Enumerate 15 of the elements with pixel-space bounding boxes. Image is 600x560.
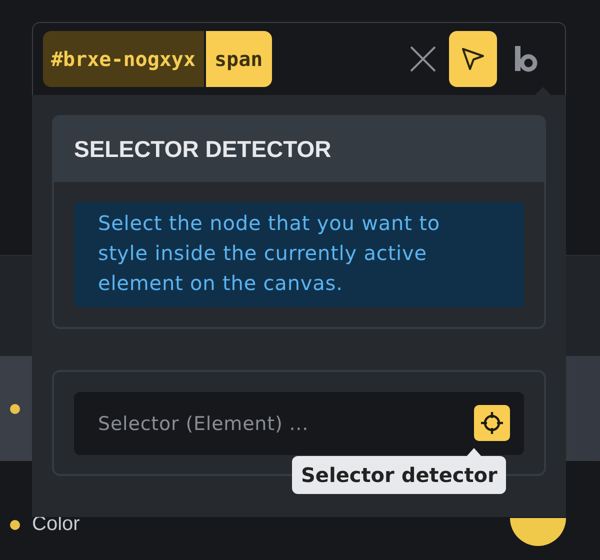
id-chip[interactable]: #brxe-nogxyx: [43, 31, 206, 87]
panel-title: SELECTOR DETECTOR: [54, 117, 544, 182]
selector-field[interactable]: Selector (Element) ...: [74, 392, 524, 455]
status-dot: [10, 520, 20, 530]
close-icon[interactable]: [409, 45, 437, 73]
tag-chip[interactable]: span: [206, 31, 272, 87]
pointer-button[interactable]: [449, 31, 497, 87]
detector-button[interactable]: [474, 405, 510, 441]
tooltip: Selector detector: [292, 456, 506, 494]
status-dot: [10, 404, 20, 414]
logo-icon[interactable]: [515, 46, 539, 72]
control-label: Color: [32, 513, 80, 536]
info-message: Select the node that you want to style inside the currently active element on the canvas.: [74, 202, 524, 307]
crosshair-icon: [480, 411, 504, 435]
pointer-icon: [460, 46, 486, 72]
